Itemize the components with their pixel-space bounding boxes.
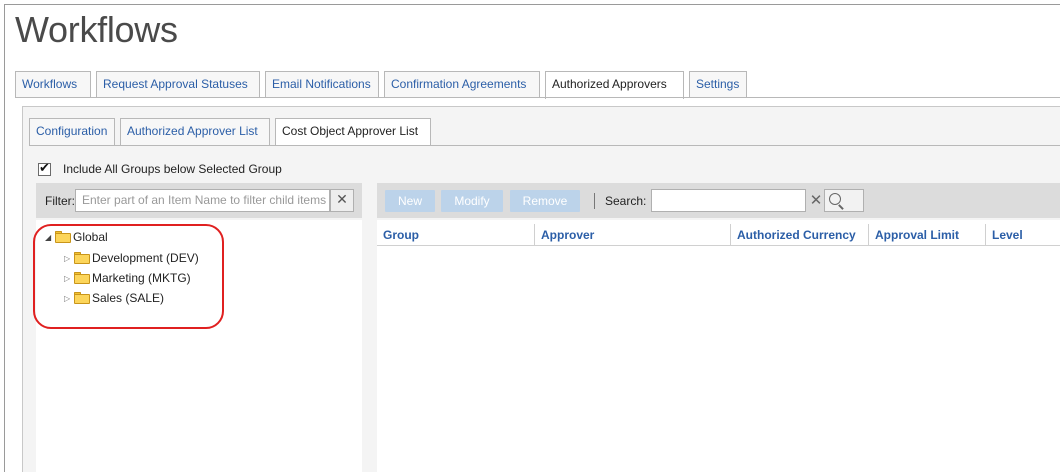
search-label: Search:: [605, 194, 647, 208]
search-input[interactable]: [651, 189, 806, 212]
triangle-right-icon[interactable]: ▷: [64, 274, 74, 283]
column-header-approver[interactable]: Approver: [535, 224, 731, 246]
tree-node-label: Global: [73, 230, 108, 244]
include-groups-row: Include All Groups below Selected Group: [38, 161, 282, 177]
close-icon: ✕: [336, 192, 348, 208]
include-groups-label: Include All Groups below Selected Group: [63, 162, 282, 176]
top-tab-divider: [15, 97, 1060, 98]
tree-node-development[interactable]: ▷ Development (DEV): [64, 250, 199, 266]
tab-request-approval-statuses[interactable]: Request Approval Statuses: [96, 71, 260, 98]
triangle-right-icon[interactable]: ▷: [64, 294, 74, 303]
sub-tab-bar: Configuration Authorized Approver List C…: [29, 118, 436, 146]
filter-label: Filter:: [45, 194, 75, 208]
top-tab-bar: Workflows Request Approval Statuses Emai…: [15, 71, 752, 99]
grid-header: Group Approver Authorized Currency Appro…: [377, 224, 1060, 246]
approver-grid: [377, 220, 1060, 472]
tab-confirmation-agreements[interactable]: Confirmation Agreements: [384, 71, 540, 98]
triangle-down-icon[interactable]: ◢: [45, 233, 55, 242]
folder-icon: [74, 252, 90, 264]
remove-button[interactable]: Remove: [510, 190, 580, 212]
tree-node-global[interactable]: ◢ Global: [45, 229, 108, 245]
tab-settings[interactable]: Settings: [689, 71, 747, 98]
tab-email-notifications[interactable]: Email Notifications: [265, 71, 379, 98]
folder-icon: [55, 231, 71, 243]
triangle-right-icon[interactable]: ▷: [64, 254, 74, 263]
tab-authorized-approver-list[interactable]: Authorized Approver List: [120, 118, 270, 145]
tree-node-label: Development (DEV): [92, 251, 199, 265]
column-header-group[interactable]: Group: [377, 224, 535, 246]
modify-button[interactable]: Modify: [441, 190, 503, 212]
folder-icon: [74, 272, 90, 284]
new-button[interactable]: New: [385, 190, 435, 212]
tree-node-label: Marketing (MKTG): [92, 271, 191, 285]
tab-workflows[interactable]: Workflows: [15, 71, 91, 98]
search-clear-button[interactable]: ✕: [808, 189, 824, 212]
include-groups-checkbox[interactable]: [38, 161, 51, 176]
tree-node-label: Sales (SALE): [92, 291, 165, 305]
column-header-level[interactable]: Level: [986, 224, 1060, 246]
tab-cost-object-approver-list[interactable]: Cost Object Approver List: [275, 118, 431, 146]
page-title: Workflows: [15, 9, 178, 50]
tab-configuration[interactable]: Configuration: [29, 118, 115, 145]
tree-node-sales[interactable]: ▷ Sales (SALE): [64, 290, 164, 306]
toolbar-separator: [594, 193, 595, 209]
tab-authorized-approvers[interactable]: Authorized Approvers: [545, 71, 684, 99]
search-button[interactable]: [824, 189, 864, 212]
column-header-approval-limit[interactable]: Approval Limit: [869, 224, 986, 246]
column-header-authorized-currency[interactable]: Authorized Currency: [731, 224, 869, 246]
filter-clear-button[interactable]: ✕: [330, 189, 354, 212]
folder-icon: [74, 292, 90, 304]
filter-input[interactable]: Enter part of an Item Name to filter chi…: [75, 189, 330, 212]
tree-node-marketing[interactable]: ▷ Marketing (MKTG): [64, 270, 191, 286]
close-icon: ✕: [809, 191, 823, 209]
